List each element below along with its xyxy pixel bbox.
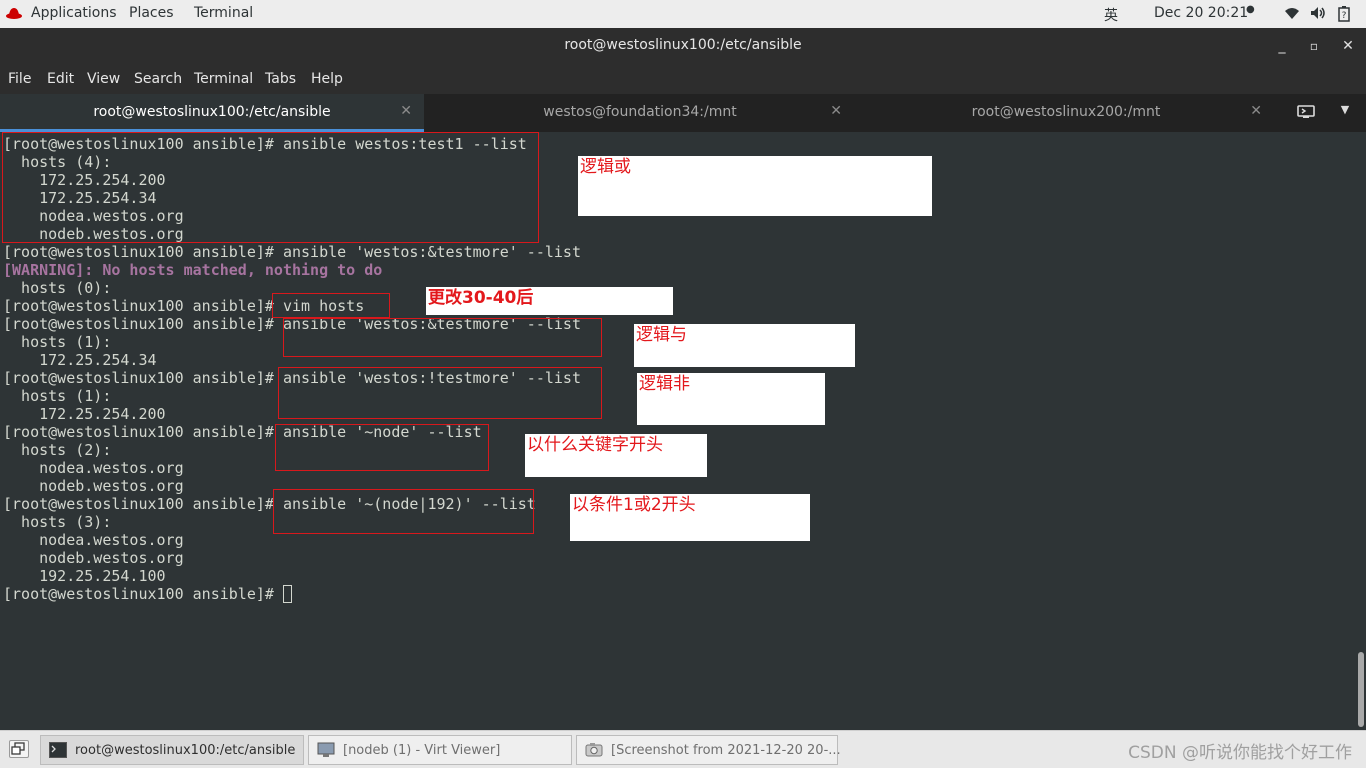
annotation-note: 逻辑与 [634,324,855,367]
highlight-box [2,132,539,243]
terminal-line: 192.25.254.100 [3,567,166,585]
highlight-box [278,367,602,419]
terminal-line: nodeb.westos.org [3,477,184,495]
watermark-text: CSDN @听说你能找个好工作 [1128,743,1352,763]
tab-list-chevron-down-icon[interactable]: ▼ [1334,103,1356,123]
menu-search[interactable]: Search [134,71,182,87]
menu-tabs[interactable]: Tabs [265,71,296,87]
svg-text:?: ? [1342,11,1347,21]
annotation-note: 更改30-40后 [426,287,673,315]
terminal-line: nodea.westos.org [3,531,184,549]
places-menu[interactable]: Places [129,5,174,21]
window-titlebar[interactable]: root@westoslinux100:/etc/ansible _ ▫ ✕ [0,28,1366,64]
tab-label: root@westoslinux200:/mnt [971,104,1161,120]
tab-westoslinux200[interactable]: root@westoslinux200:/mnt ✕ [858,94,1274,132]
tab-close-icon[interactable]: ✕ [400,103,412,119]
annotation-note: 逻辑非 [637,373,825,425]
terminal-prompt-line: [root@westoslinux100 ansible]# [3,585,292,603]
menu-file[interactable]: File [8,71,31,87]
terminal-line: hosts (1): [3,387,112,405]
terminal-line: 172.25.254.200 [3,405,166,423]
annotation-note: 逻辑或 [578,156,932,216]
clock[interactable]: Dec 20 20:21 [1154,5,1248,21]
wifi-icon[interactable] [1284,6,1300,22]
tab-label: root@westoslinux100:/etc/ansible [93,104,331,120]
battery-unknown-icon[interactable]: ? [1336,6,1352,22]
terminal-line: nodeb.westos.org [3,549,184,567]
tab-label: westos@foundation34:/mnt [543,104,737,120]
taskbar-item-label: root@westoslinux100:/etc/ansible [75,743,296,758]
menu-help[interactable]: Help [311,71,343,87]
menu-bar: File Edit View Search Terminal Tabs Help [0,64,1366,94]
tab-foundation34[interactable]: westos@foundation34:/mnt ✕ [426,94,854,132]
taskbar-item-label: [nodeb (1) - Virt Viewer] [343,743,501,758]
text-cursor [282,585,292,603]
taskbar-item-screenshot[interactable]: [Screenshot from 2021-12-20 20-... [576,735,841,765]
menu-terminal[interactable]: Terminal [194,71,253,87]
show-desktop-icon[interactable] [9,740,29,758]
minimize-button[interactable]: _ [1272,36,1292,56]
volume-icon[interactable] [1310,6,1326,22]
tab-westoslinux100[interactable]: root@westoslinux100:/etc/ansible ✕ [0,94,424,132]
maximize-button[interactable]: ▫ [1304,36,1324,56]
scrollbar-thumb[interactable] [1358,652,1364,727]
window-title: root@westoslinux100:/etc/ansible [564,37,802,53]
annotation-note: 以什么关键字开头 [525,434,707,477]
tab-close-icon[interactable]: ✕ [830,103,842,119]
terminal-scrollbar[interactable] [1356,132,1366,730]
redhat-logo-icon [6,8,22,19]
notification-dot-icon: ● [1246,4,1255,15]
tab-close-icon[interactable]: ✕ [1250,103,1262,119]
taskbar-item-virt-viewer[interactable]: [nodeb (1) - Virt Viewer] [308,735,572,765]
menu-edit[interactable]: Edit [47,71,74,87]
terminal-icon [49,742,67,758]
highlight-box [283,318,602,357]
annotation-note: 以条件1或2开头 [570,494,810,541]
taskbar-item-label: [Screenshot from 2021-12-20 20-... [611,743,841,758]
terminal-line: hosts (3): [3,513,112,531]
applications-menu[interactable]: Applications [31,5,117,21]
terminal-line: 172.25.254.34 [3,351,157,369]
terminal-app-menu[interactable]: Terminal [194,5,253,21]
tab-bar: root@westoslinux100:/etc/ansible ✕ westo… [0,94,1366,132]
terminal-line: nodea.westos.org [3,459,184,477]
input-method-indicator[interactable]: 英 [1104,5,1118,25]
menu-view[interactable]: View [87,71,120,87]
terminal-line: [root@westoslinux100 ansible]# ansible '… [3,243,581,261]
close-button[interactable]: ✕ [1338,36,1358,56]
top-panel: Applications Places Terminal 英 Dec 20 20… [0,0,1366,28]
new-tab-icon[interactable] [1295,103,1317,123]
terminal-line: hosts (2): [3,441,112,459]
terminal-line: hosts (0): [3,279,112,297]
terminal-area[interactable]: [root@westoslinux100 ansible]# ansible w… [0,132,1354,730]
highlight-box [272,293,390,318]
terminal-warning-line: [WARNING]: No hosts matched, nothing to … [3,261,383,279]
highlight-box [273,489,534,534]
window-list-panel: root@westoslinux100:/etc/ansible [nodeb … [0,730,1366,768]
monitor-icon [317,742,335,757]
highlight-box [275,424,489,471]
terminal-line: hosts (1): [3,333,112,351]
screenshot-icon [585,743,603,757]
taskbar-item-terminal[interactable]: root@westoslinux100:/etc/ansible [40,735,304,765]
prompt-text: [root@westoslinux100 ansible]# [3,585,283,603]
